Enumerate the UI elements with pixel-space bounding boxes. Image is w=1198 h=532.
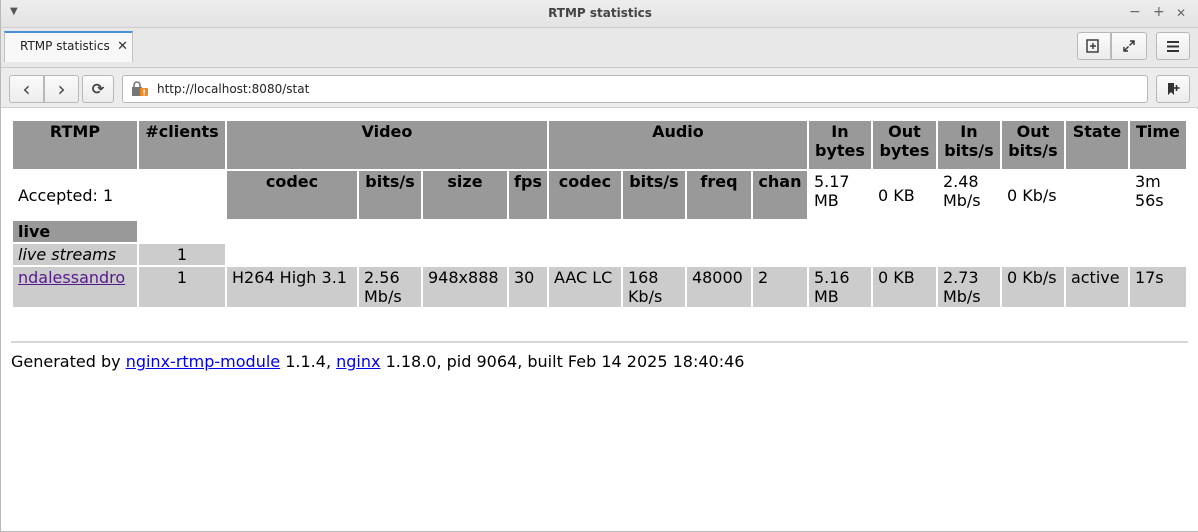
page-content: RTMP #clients Video Audio In bytes Out b…: [1, 109, 1198, 531]
back-icon: ‹: [22, 77, 31, 101]
subheader-size: size: [423, 171, 507, 219]
subheader-freq: freq: [686, 171, 751, 219]
header-video: Video: [227, 121, 547, 169]
expand-icon: [1123, 40, 1135, 52]
header-out-bytes: Out bytes: [872, 121, 936, 169]
address-bar[interactable]: http://localhost:8080/stat: [122, 75, 1148, 103]
live-streams-count: 1: [139, 244, 225, 265]
insecure-lock-icon: [132, 81, 148, 96]
server-out-bytes: 0 KB: [877, 185, 915, 205]
stream-out-bytes: 0 KB: [872, 267, 936, 307]
stream-in-bytes: 5.16 MB: [808, 267, 871, 307]
new-tab-button[interactable]: [1077, 32, 1111, 60]
stream-size: 948x888: [423, 267, 507, 307]
subheader-audio-bits: bits/s: [622, 171, 685, 219]
tab-close-icon[interactable]: ✕: [117, 39, 128, 54]
stream-clients: 1: [139, 267, 225, 307]
stream-video-codec: H264 High 3.1: [227, 267, 357, 307]
header-in-bytes: In bytes: [808, 121, 871, 169]
minimize-icon[interactable]: −: [1129, 4, 1141, 20]
server-accepted: Accepted: 1: [18, 185, 114, 205]
application-row-empty: [139, 221, 1186, 242]
nginx-link[interactable]: nginx: [336, 352, 380, 371]
header-state: State: [1065, 121, 1128, 169]
horizontal-rule: [11, 341, 1188, 343]
stream-time: 17s: [1129, 267, 1186, 307]
footer-module-version: 1.1.4,: [285, 352, 332, 371]
browser-window: ▼ RTMP statistics − + ✕ RTMP statistics …: [0, 0, 1198, 532]
footer-build-info: 1.18.0, pid 9064, built Feb 14 2025 18:4…: [385, 352, 745, 371]
bookmark-add-icon: [1168, 83, 1180, 95]
stream-state: active: [1065, 267, 1128, 307]
rtmp-stats-table: RTMP #clients Video Audio In bytes Out b…: [11, 119, 1188, 309]
server-time: 3m 56s: [1134, 172, 1164, 210]
footer: Generated by nginx-rtmp-module 1.1.4, ng…: [11, 352, 744, 371]
application-name: live: [13, 221, 137, 242]
nginx-rtmp-module-link[interactable]: nginx-rtmp-module: [126, 352, 280, 371]
subheader-fps: fps: [509, 171, 547, 219]
tab-strip: RTMP statistics ✕: [1, 28, 1198, 68]
hamburger-menu-icon: [1167, 40, 1179, 52]
live-streams-label: live streams: [13, 244, 137, 265]
tab-label: RTMP statistics: [20, 39, 110, 53]
header-time: Time: [1129, 121, 1186, 169]
subheader-video-codec: codec: [227, 171, 357, 219]
stream-name-link[interactable]: ndalessandro: [18, 268, 125, 287]
window-title: RTMP statistics: [548, 6, 652, 20]
stream-video-bits: 2.56 Mb/s: [359, 267, 421, 307]
fullscreen-button[interactable]: [1111, 32, 1147, 60]
stream-in-bits: 2.73 Mb/s: [937, 267, 1000, 307]
stream-out-bits: 0 Kb/s: [1001, 267, 1064, 307]
live-streams-row-empty: [227, 244, 1186, 265]
footer-prefix: Generated by: [11, 352, 121, 371]
forward-icon: ›: [57, 77, 66, 101]
main-menu-button[interactable]: [1156, 32, 1190, 60]
maximize-icon[interactable]: +: [1153, 4, 1165, 20]
stream-audio-codec: AAC LC: [548, 267, 621, 307]
server-in-bits: 2.48 Mb/s: [942, 172, 981, 210]
server-clients-empty: [139, 171, 225, 219]
new-tab-icon: [1086, 39, 1099, 53]
stream-fps: 30: [509, 267, 547, 307]
subheader-video-bits: bits/s: [359, 171, 421, 219]
stream-name-cell: ndalessandro: [13, 267, 137, 307]
server-in-bytes: 5.17 MB: [813, 172, 850, 210]
navigation-bar: ‹ › ⟳ http://localhost:8080/stat: [1, 68, 1198, 108]
forward-button[interactable]: ›: [44, 75, 79, 103]
table-row: ndalessandro 1 H264 High 3.1 2.56 Mb/s 9…: [13, 267, 1186, 307]
stream-audio-bits: 168 Kb/s: [622, 267, 685, 307]
bookmark-button[interactable]: [1156, 75, 1190, 103]
header-audio: Audio: [548, 121, 807, 169]
header-out-bits: Out bits/s: [1001, 121, 1064, 169]
close-icon[interactable]: ✕: [1176, 6, 1186, 20]
stream-freq: 48000: [686, 267, 751, 307]
header-rtmp: RTMP: [13, 121, 137, 169]
server-out-bits: 0 Kb/s: [1006, 185, 1057, 205]
reload-icon: ⟳: [91, 80, 105, 98]
subheader-audio-codec: codec: [548, 171, 621, 219]
reload-button[interactable]: ⟳: [82, 75, 114, 103]
url-text: http://localhost:8080/stat: [157, 82, 310, 96]
title-bar: ▼ RTMP statistics − + ✕: [1, 0, 1198, 28]
back-button[interactable]: ‹: [9, 75, 44, 103]
header-clients: #clients: [139, 121, 225, 169]
server-state-empty: [1066, 171, 1128, 219]
subheader-chan: chan: [752, 171, 807, 219]
header-in-bits: In bits/s: [937, 121, 1000, 169]
tab-rtmp-statistics[interactable]: RTMP statistics ✕: [4, 31, 133, 62]
stream-chan: 2: [752, 267, 807, 307]
